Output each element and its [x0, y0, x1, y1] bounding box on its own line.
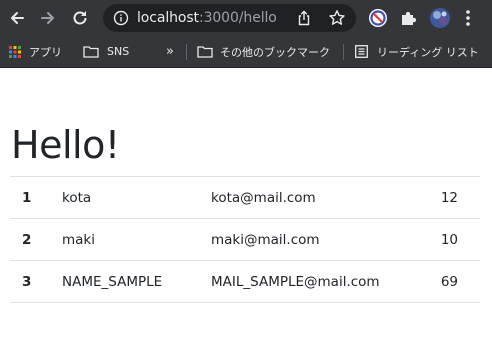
star-icon[interactable] [328, 9, 346, 27]
reload-icon [73, 11, 87, 25]
url-text[interactable]: localhost:3000/hello [137, 10, 277, 26]
overflow-chevron-icon: » [166, 44, 174, 59]
bookmark-folder-sns[interactable]: SNS [83, 36, 129, 67]
table-row: 1 kota kota@mail.com 12 [10, 177, 480, 219]
row-index: 2 [22, 232, 32, 248]
bookmark-label: その他のブックマーク [220, 45, 330, 59]
bookmark-divider [343, 44, 344, 60]
share-icon[interactable] [295, 9, 313, 27]
url-path: :3000/hello [198, 10, 277, 26]
row-index: 3 [22, 274, 32, 290]
bookmark-apps[interactable]: アプリ [9, 36, 62, 67]
blocker-extension-icon[interactable] [367, 7, 389, 29]
row-name: kota [62, 190, 92, 206]
row-age: 69 [440, 274, 458, 290]
bookmark-divider [186, 44, 187, 60]
bookmark-reading-list[interactable]: リーディング リスト [355, 36, 479, 67]
arrow-right-icon [41, 12, 54, 24]
row-index: 1 [22, 190, 32, 206]
row-age: 10 [440, 232, 458, 248]
row-age: 12 [440, 190, 458, 206]
reload-button[interactable] [68, 6, 92, 30]
folder-icon [197, 46, 213, 58]
browser-toolbar: localhost:3000/hello [0, 0, 492, 36]
reading-list-icon [355, 45, 368, 58]
bookmark-label: リーディング リスト [377, 45, 479, 59]
users-table: 1 kota kota@mail.com 12 2 maki maki@mail… [10, 176, 480, 303]
menu-kebab-icon[interactable] [461, 7, 475, 29]
row-mail: kota@mail.com [211, 190, 316, 206]
table-row: 3 NAME_SAMPLE MAIL_SAMPLE@mail.com 69 [10, 261, 480, 303]
arrow-left-icon [11, 12, 24, 24]
folder-icon [83, 46, 99, 58]
extensions-puzzle-icon[interactable] [398, 7, 420, 29]
forward-button[interactable] [36, 6, 60, 30]
row-mail: maki@mail.com [211, 232, 320, 248]
url-host: localhost [137, 10, 199, 26]
row-name: NAME_SAMPLE [62, 274, 163, 290]
bookmark-label: アプリ [29, 45, 62, 59]
page-title: Hello! [11, 123, 120, 167]
row-mail: MAIL_SAMPLE@mail.com [211, 274, 380, 290]
address-bar[interactable]: localhost:3000/hello [103, 4, 356, 32]
back-button[interactable] [5, 6, 29, 30]
info-icon[interactable] [113, 10, 129, 26]
row-name: maki [62, 232, 95, 248]
profile-avatar-icon[interactable] [429, 7, 451, 29]
bookmarks-bar: アプリ SNS » その他のブックマーク リーディング リスト [0, 36, 492, 68]
bookmark-label: SNS [107, 45, 130, 58]
table-row: 2 maki maki@mail.com 10 [10, 219, 480, 261]
apps-grid-icon [9, 45, 21, 58]
bookmark-overflow-button[interactable]: » [166, 36, 174, 67]
bookmark-folder-other[interactable]: その他のブックマーク [197, 36, 330, 67]
